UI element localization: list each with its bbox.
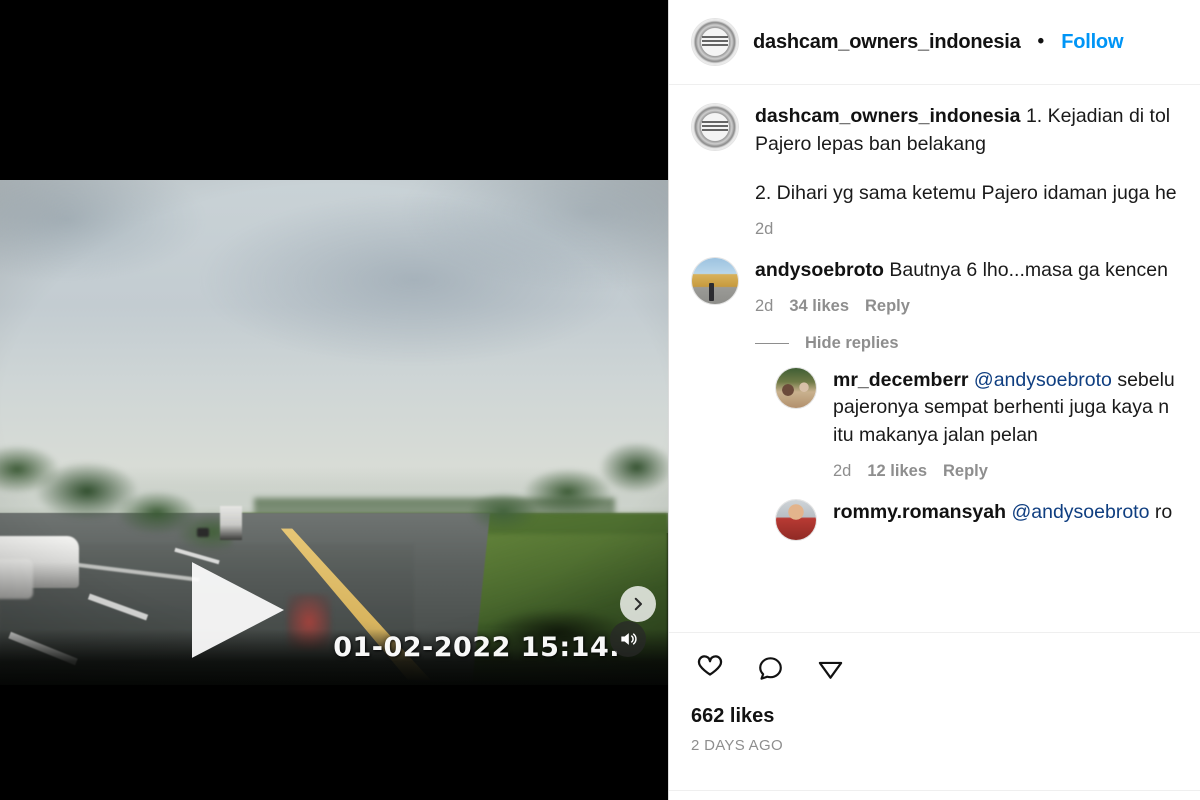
- post-action-bar: 662 likes 2 DAYS AGO: [669, 632, 1200, 800]
- paper-plane-icon[interactable]: [811, 649, 849, 687]
- caption-line-1: dashcam_owners_indonesia 1. Kejadian di …: [755, 103, 1200, 131]
- caption-author-username[interactable]: dashcam_owners_indonesia: [755, 105, 1021, 127]
- caption-line-3: 2. Dihari yg sama ketemu Pajero idaman j…: [755, 182, 1177, 205]
- hide-replies-label: Hide replies: [805, 333, 899, 352]
- caption-line-2: Pajero lepas ban belakang: [755, 132, 986, 155]
- comment-likes-count[interactable]: 34 likes: [789, 297, 849, 316]
- post-header: dashcam_owners_indonesia • Follow: [669, 0, 1200, 85]
- dashcam-owners-indonesia-logo: [692, 104, 738, 150]
- comment-text: andysoebroto Bautnya 6 lho...masa ga ken…: [755, 257, 1200, 285]
- speaker-on-icon[interactable]: [610, 621, 646, 657]
- avatar[interactable]: [775, 366, 817, 409]
- reply-timestamp: 2d: [833, 461, 852, 480]
- comment-bubble-icon[interactable]: [751, 649, 789, 687]
- list-item: andysoebroto Bautnya 6 lho...masa ga ken…: [691, 257, 1200, 316]
- reply-button[interactable]: Reply: [865, 297, 910, 316]
- chevron-right-icon[interactable]: [620, 586, 656, 622]
- reply-likes-count[interactable]: 12 likes: [867, 462, 927, 481]
- avatar[interactable]: [691, 18, 739, 66]
- instagram-post-view: 01-02-2022 15:14. dashcam_owners_indones…: [0, 0, 1200, 800]
- comment-body: Bautnya 6 lho...masa ga kencen: [889, 259, 1168, 282]
- follow-button[interactable]: Follow: [1061, 31, 1123, 54]
- dashcam-owners-indonesia-logo: [692, 19, 738, 65]
- reply-body-line-1: sebelu: [1117, 368, 1175, 391]
- likes-count[interactable]: 662 likes: [691, 705, 1178, 728]
- reply-meta: 2d 12 likes Reply: [833, 462, 1200, 481]
- reply-body: ro: [1154, 500, 1173, 523]
- caption-text-line-1: 1. Kejadian di tol: [1025, 105, 1171, 127]
- post-author-username[interactable]: dashcam_owners_indonesia: [753, 31, 1021, 54]
- list-item: rommy.romansyah @andysoebroto ro: [775, 498, 1200, 541]
- avatar[interactable]: [691, 103, 739, 151]
- post-caption: dashcam_owners_indonesia 1. Kejadian di …: [691, 103, 1200, 239]
- wedding-couple-photo: [776, 367, 816, 408]
- reply-text-line-3: itu makanya jalan pelan: [833, 424, 1038, 447]
- media-pane: 01-02-2022 15:14.: [0, 0, 668, 800]
- avatar[interactable]: [691, 257, 739, 306]
- reply-mention[interactable]: @andysoebroto: [974, 369, 1112, 391]
- lens-vignette: [0, 180, 668, 685]
- toggle-rule: [755, 342, 789, 344]
- reply-author-username[interactable]: rommy.romansyah: [833, 501, 1006, 523]
- reply-text-line-2: pajeronya sempat berhenti juga kaya n: [833, 396, 1170, 419]
- reply-button[interactable]: Reply: [943, 462, 988, 481]
- avatar[interactable]: [775, 498, 817, 541]
- comment-author-username[interactable]: andysoebroto: [755, 259, 884, 281]
- heart-icon[interactable]: [691, 649, 729, 687]
- caption-timestamp: 2d: [755, 220, 774, 239]
- action-buttons: [691, 649, 1178, 687]
- posted-timestamp: 2 DAYS AGO: [691, 737, 783, 754]
- man-portrait-photo: [776, 499, 816, 540]
- reply-mention[interactable]: @andysoebroto: [1011, 501, 1149, 523]
- comments-list[interactable]: dashcam_owners_indonesia 1. Kejadian di …: [669, 85, 1200, 632]
- video-timestamp-overlay: 01-02-2022 15:14.: [333, 632, 620, 663]
- post-sidebar: dashcam_owners_indonesia • Follow dashca…: [668, 0, 1200, 800]
- header-separator: •: [1037, 31, 1045, 52]
- dashcam-video-frame: [0, 180, 668, 685]
- list-item: mr_decemberr @andysoebroto sebelu pajero…: [775, 366, 1200, 481]
- divider: [669, 790, 1200, 791]
- video-player[interactable]: 01-02-2022 15:14.: [0, 180, 668, 685]
- hide-replies-toggle[interactable]: Hide replies: [755, 334, 1200, 353]
- reply-text: rommy.romansyah @andysoebroto ro: [833, 499, 1200, 527]
- flinders-street-station-photo: [692, 258, 738, 305]
- comment-meta: 2d 34 likes Reply: [755, 297, 1200, 316]
- reply-text-line-1: mr_decemberr @andysoebroto sebelu: [833, 367, 1200, 395]
- reply-author-username[interactable]: mr_decemberr: [833, 369, 969, 391]
- comment-timestamp: 2d: [755, 296, 774, 315]
